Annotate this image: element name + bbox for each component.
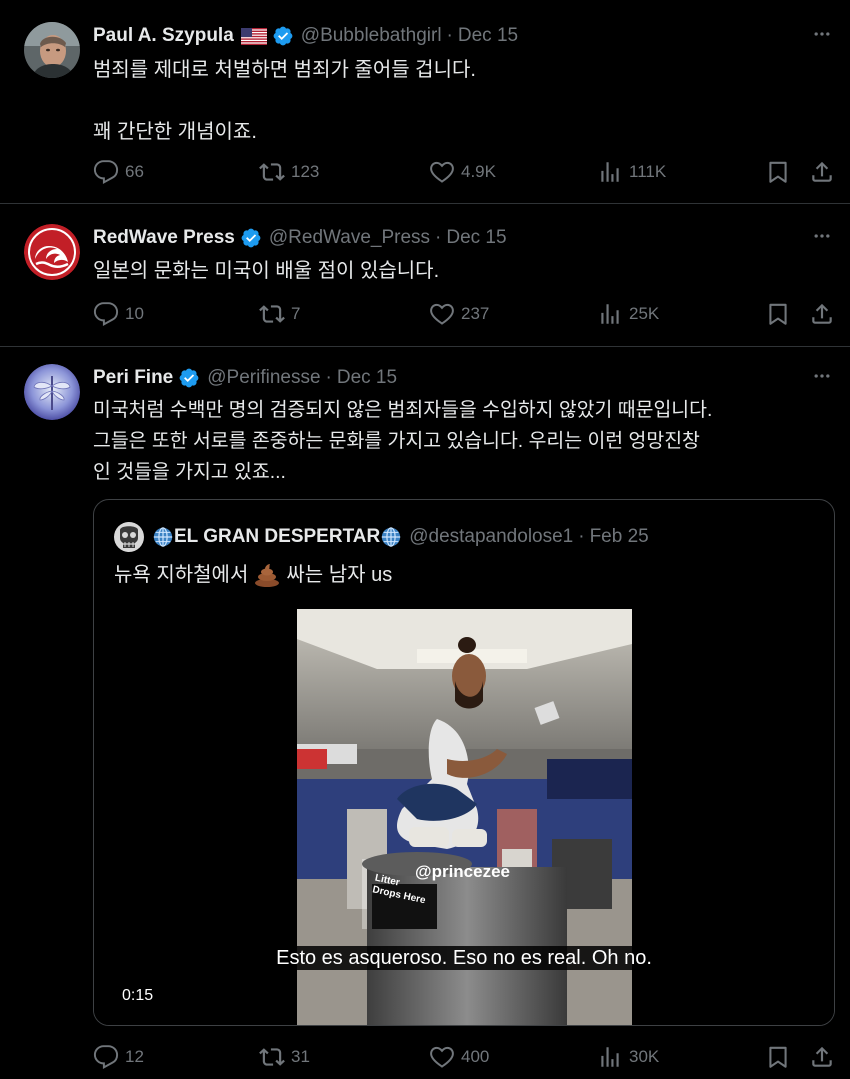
like-count: 237 <box>461 304 490 323</box>
tweet-actions: 12 31 400 30K <box>93 1044 836 1070</box>
author-handle[interactable]: @RedWave_Press <box>269 227 430 249</box>
tweet[interactable]: Peri Fine @Perifinesse · Dec 15 미국처럼 수백만… <box>0 347 850 1079</box>
video-caption: Esto es asqueroso. Eso no es real. Oh no… <box>94 946 834 970</box>
separator-dot: · <box>446 25 453 46</box>
author-name[interactable]: RedWave Press <box>93 227 235 249</box>
avatar[interactable] <box>24 364 80 420</box>
repost-count: 7 <box>291 304 301 323</box>
like-button[interactable]: 400 <box>429 1044 489 1070</box>
timestamp[interactable]: Dec 15 <box>337 367 397 389</box>
quoted-tweet[interactable]: EL GRAN DESPERTAR @destapandolose1 · Feb… <box>93 499 835 1026</box>
like-button[interactable]: 237 <box>429 301 489 327</box>
views-icon <box>597 1044 623 1070</box>
repost-count: 31 <box>291 1047 310 1066</box>
like-count: 4.9K <box>461 162 496 181</box>
more-icon[interactable] <box>810 368 834 388</box>
tweet-text: 범죄를 제대로 처벌하면 범죄가 줄어들 겁니다. 꽤 간단한 개념이죠. <box>93 59 476 143</box>
reply-count: 66 <box>125 162 144 181</box>
globe-icon <box>152 526 174 548</box>
tweet-actions: 10 7 237 25K <box>93 301 836 327</box>
author-name[interactable]: Peri Fine <box>93 367 173 389</box>
reply-count: 10 <box>125 304 144 323</box>
author-handle[interactable]: @Perifinesse <box>207 367 320 389</box>
reply-button[interactable]: 66 <box>93 159 144 185</box>
video-watermark: @princezee <box>415 862 511 881</box>
views-icon <box>597 159 623 185</box>
tweet[interactable]: RedWave Press @RedWave_Press · Dec 15 일본… <box>0 204 850 347</box>
avatar[interactable] <box>24 224 80 280</box>
bookmark-icon <box>765 301 791 327</box>
views-count: 30K <box>629 1047 660 1066</box>
bookmark-button[interactable] <box>765 159 791 185</box>
author-handle[interactable]: @Bubblebathgirl <box>301 25 442 47</box>
poop-emoji-icon <box>254 563 280 587</box>
bookmark-button[interactable] <box>765 1044 791 1070</box>
views-count: 25K <box>629 304 660 323</box>
quote-text-before: 뉴욕 지하철에서 <box>114 564 249 586</box>
like-icon <box>429 301 455 327</box>
quote-text-after: 싸는 남자 us <box>286 564 393 586</box>
share-icon <box>809 301 835 327</box>
share-button[interactable] <box>809 1044 835 1070</box>
more-icon[interactable] <box>810 26 834 46</box>
more-icon[interactable] <box>810 228 834 248</box>
us-flag-icon <box>240 27 267 45</box>
quote-avatar[interactable] <box>114 522 144 552</box>
like-icon <box>429 159 455 185</box>
verified-badge-icon <box>240 227 262 249</box>
views-button[interactable]: 111K <box>597 159 666 185</box>
repost-button[interactable]: 7 <box>259 301 300 327</box>
reply-icon <box>93 301 119 327</box>
bookmark-button[interactable] <box>765 301 791 327</box>
reply-count: 12 <box>125 1047 144 1066</box>
timestamp[interactable]: Dec 15 <box>446 227 506 249</box>
share-button[interactable] <box>809 301 835 327</box>
avatar[interactable] <box>24 22 80 78</box>
reply-button[interactable]: 10 <box>93 301 144 327</box>
author-name[interactable]: Paul A. Szypula <box>93 25 234 47</box>
repost-button[interactable]: 31 <box>259 1044 310 1070</box>
like-button[interactable]: 4.9K <box>429 159 496 185</box>
bookmark-icon <box>765 1044 791 1070</box>
video-duration: 0:15 <box>122 987 154 1004</box>
repost-button[interactable]: 123 <box>259 159 319 185</box>
reply-icon <box>93 1044 119 1070</box>
reply-button[interactable]: 12 <box>93 1044 144 1070</box>
tweet-text: 일본의 문화는 미국이 배울 점이 있습니다. <box>93 260 440 282</box>
tweet-text: 미국처럼 수백만 명의 검증되지 않은 범죄자들을 수입하지 않았기 때문입니다… <box>93 399 713 483</box>
separator-dot: · <box>578 526 585 547</box>
repost-icon <box>259 1044 285 1070</box>
like-icon <box>429 1044 455 1070</box>
share-icon <box>809 159 835 185</box>
views-button[interactable]: 30K <box>597 1044 659 1070</box>
video-player[interactable]: @princezee Litter Drops Here Esto es asq… <box>94 609 834 1025</box>
share-button[interactable] <box>809 159 835 185</box>
verified-badge-icon <box>272 25 294 47</box>
views-button[interactable]: 25K <box>597 301 659 327</box>
quote-author-handle[interactable]: @destapandolose1 <box>409 526 573 548</box>
timestamp[interactable]: Dec 15 <box>458 25 518 47</box>
repost-icon <box>259 159 285 185</box>
repost-count: 123 <box>291 162 320 181</box>
views-icon <box>597 301 623 327</box>
like-count: 400 <box>461 1047 490 1066</box>
tweet[interactable]: Paul A. Szypula @Bubblebathgirl · Dec 15… <box>0 0 850 204</box>
bookmark-icon <box>765 159 791 185</box>
reply-icon <box>93 159 119 185</box>
globe-icon <box>380 526 402 548</box>
separator-dot: · <box>435 227 442 248</box>
share-icon <box>809 1044 835 1070</box>
quote-timestamp[interactable]: Feb 25 <box>590 526 649 548</box>
separator-dot: · <box>325 367 332 388</box>
tweet-actions: 66 123 4.9K 111K <box>93 159 836 185</box>
views-count: 111K <box>629 162 667 181</box>
verified-badge-icon <box>178 367 200 389</box>
quote-text: 뉴욕 지하철에서 싸는 남자 us <box>114 560 392 590</box>
quote-author-name[interactable]: EL GRAN DESPERTAR <box>174 526 380 548</box>
repost-icon <box>259 301 285 327</box>
